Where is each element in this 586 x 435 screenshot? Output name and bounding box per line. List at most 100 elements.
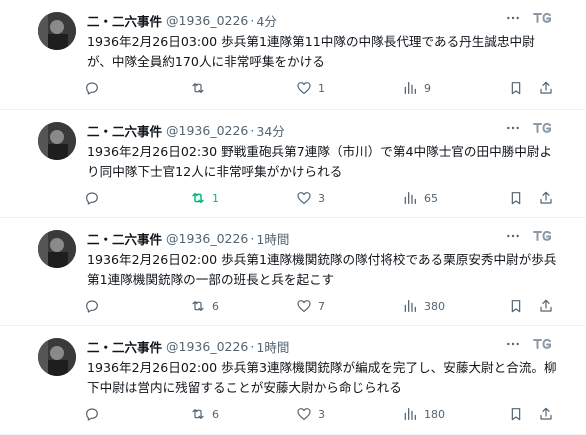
avatar[interactable] (38, 230, 76, 268)
bookmark-icon (508, 190, 524, 206)
tweet-text: 1936年2月26日02:00 歩兵第3連隊機関銃隊が編成を完了し、安藤大尉と合… (87, 360, 557, 395)
tweet-actions: 6 3 180 (80, 404, 560, 424)
share-icon (538, 298, 554, 314)
more-icon[interactable] (504, 335, 522, 353)
bookmark-button[interactable] (508, 188, 524, 208)
tweet-text: 1936年2月26日03:00 歩兵第1連隊第11中隊の中隊長代理である丹生誠忠… (87, 34, 535, 69)
tweet-text: 1936年2月26日02:30 野戦重砲兵第7連隊（市川）で第4中隊士官の田中勝… (87, 144, 553, 179)
retweet-icon (190, 298, 206, 314)
views-icon (402, 80, 418, 96)
reply-button[interactable] (84, 78, 100, 98)
bookmark-icon (508, 80, 524, 96)
tweet-header: 二・二六事件 @1936_0226 · 34分 (87, 121, 285, 139)
view-count: 9 (424, 81, 431, 95)
like-count: 3 (318, 191, 325, 205)
handle[interactable]: @1936_0226 (166, 231, 248, 246)
retweet-count: 1 (212, 191, 219, 205)
display-name[interactable]: 二・二六事件 (87, 11, 162, 30)
views-button[interactable]: 9 (402, 78, 431, 98)
like-button[interactable]: 3 (296, 404, 325, 424)
bookmark-button[interactable] (508, 404, 524, 424)
timeline: 二・二六事件 @1936_0226 · 4分 1936年2月26日03:00 歩… (0, 0, 586, 435)
more-icon[interactable] (504, 119, 522, 137)
share-icon (538, 406, 554, 422)
more-icon[interactable] (504, 9, 522, 27)
heart-icon (296, 80, 312, 96)
grok-icon[interactable] (531, 9, 553, 27)
bookmark-button[interactable] (508, 296, 524, 316)
share-icon (538, 190, 554, 206)
heart-icon (296, 298, 312, 314)
bookmark-button[interactable] (508, 78, 524, 98)
separator: · (250, 230, 255, 246)
avatar[interactable] (38, 338, 76, 376)
separator: · (250, 122, 255, 138)
reply-button[interactable] (84, 296, 100, 316)
retweet-icon (190, 80, 206, 96)
reply-icon (84, 406, 100, 422)
timestamp[interactable]: 1時間 (256, 337, 289, 356)
heart-icon (296, 406, 312, 422)
views-icon (402, 406, 418, 422)
handle[interactable]: @1936_0226 (166, 123, 248, 138)
tweet-actions: 6 7 380 (80, 296, 560, 316)
grok-icon[interactable] (531, 227, 553, 245)
reply-button[interactable] (84, 404, 100, 424)
grok-icon[interactable] (531, 335, 553, 353)
tweet-actions: 1 3 65 (80, 188, 560, 208)
share-button[interactable] (538, 78, 554, 98)
handle[interactable]: @1936_0226 (166, 13, 248, 28)
tweet-header: 二・二六事件 @1936_0226 · 1時間 (87, 337, 289, 355)
display-name[interactable]: 二・二六事件 (87, 229, 162, 248)
handle[interactable]: @1936_0226 (166, 339, 248, 354)
views-button[interactable]: 180 (402, 404, 445, 424)
views-icon (402, 190, 418, 206)
bookmark-icon (508, 406, 524, 422)
like-button[interactable]: 3 (296, 188, 325, 208)
reply-icon (84, 80, 100, 96)
retweet-button[interactable]: 1 (190, 188, 219, 208)
like-button[interactable]: 1 (296, 78, 325, 98)
display-name[interactable]: 二・二六事件 (87, 121, 162, 140)
reply-icon (84, 298, 100, 314)
share-button[interactable] (538, 404, 554, 424)
like-count: 7 (318, 299, 325, 313)
tweet-header: 二・二六事件 @1936_0226 · 4分 (87, 11, 277, 29)
tweet-header: 二・二六事件 @1936_0226 · 1時間 (87, 229, 289, 247)
share-button[interactable] (538, 296, 554, 316)
reply-button[interactable] (84, 188, 100, 208)
bookmark-icon (508, 298, 524, 314)
views-button[interactable]: 380 (402, 296, 445, 316)
tweet[interactable]: 二・二六事件 @1936_0226 · 34分 1936年2月26日02:30 … (0, 110, 586, 218)
retweet-button[interactable]: 6 (190, 404, 219, 424)
retweet-icon (190, 406, 206, 422)
view-count: 65 (424, 191, 438, 205)
retweet-button[interactable]: 6 (190, 296, 219, 316)
retweet-count: 6 (212, 299, 219, 313)
share-icon (538, 80, 554, 96)
heart-icon (296, 190, 312, 206)
view-count: 380 (424, 299, 445, 313)
display-name[interactable]: 二・二六事件 (87, 337, 162, 356)
timestamp[interactable]: 4分 (256, 11, 276, 30)
retweet-icon (190, 190, 206, 206)
view-count: 180 (424, 407, 445, 421)
tweet[interactable]: 二・二六事件 @1936_0226 · 1時間 1936年2月26日02:00 … (0, 218, 586, 326)
tweet[interactable]: 二・二六事件 @1936_0226 · 4分 1936年2月26日03:00 歩… (0, 0, 586, 110)
like-count: 1 (318, 81, 325, 95)
more-icon[interactable] (504, 227, 522, 245)
share-button[interactable] (538, 188, 554, 208)
retweet-button[interactable] (190, 78, 212, 98)
avatar[interactable] (38, 122, 76, 160)
views-button[interactable]: 65 (402, 188, 438, 208)
timestamp[interactable]: 34分 (256, 121, 284, 140)
retweet-count: 6 (212, 407, 219, 421)
tweet[interactable]: 二・二六事件 @1936_0226 · 1時間 1936年2月26日02:00 … (0, 326, 586, 435)
separator: · (250, 12, 255, 28)
avatar[interactable] (38, 12, 76, 50)
like-count: 3 (318, 407, 325, 421)
like-button[interactable]: 7 (296, 296, 325, 316)
timestamp[interactable]: 1時間 (256, 229, 289, 248)
grok-icon[interactable] (531, 119, 553, 137)
tweet-text: 1936年2月26日02:00 歩兵第1連隊機関銃隊の隊付将校である栗原安秀中尉… (87, 252, 557, 287)
